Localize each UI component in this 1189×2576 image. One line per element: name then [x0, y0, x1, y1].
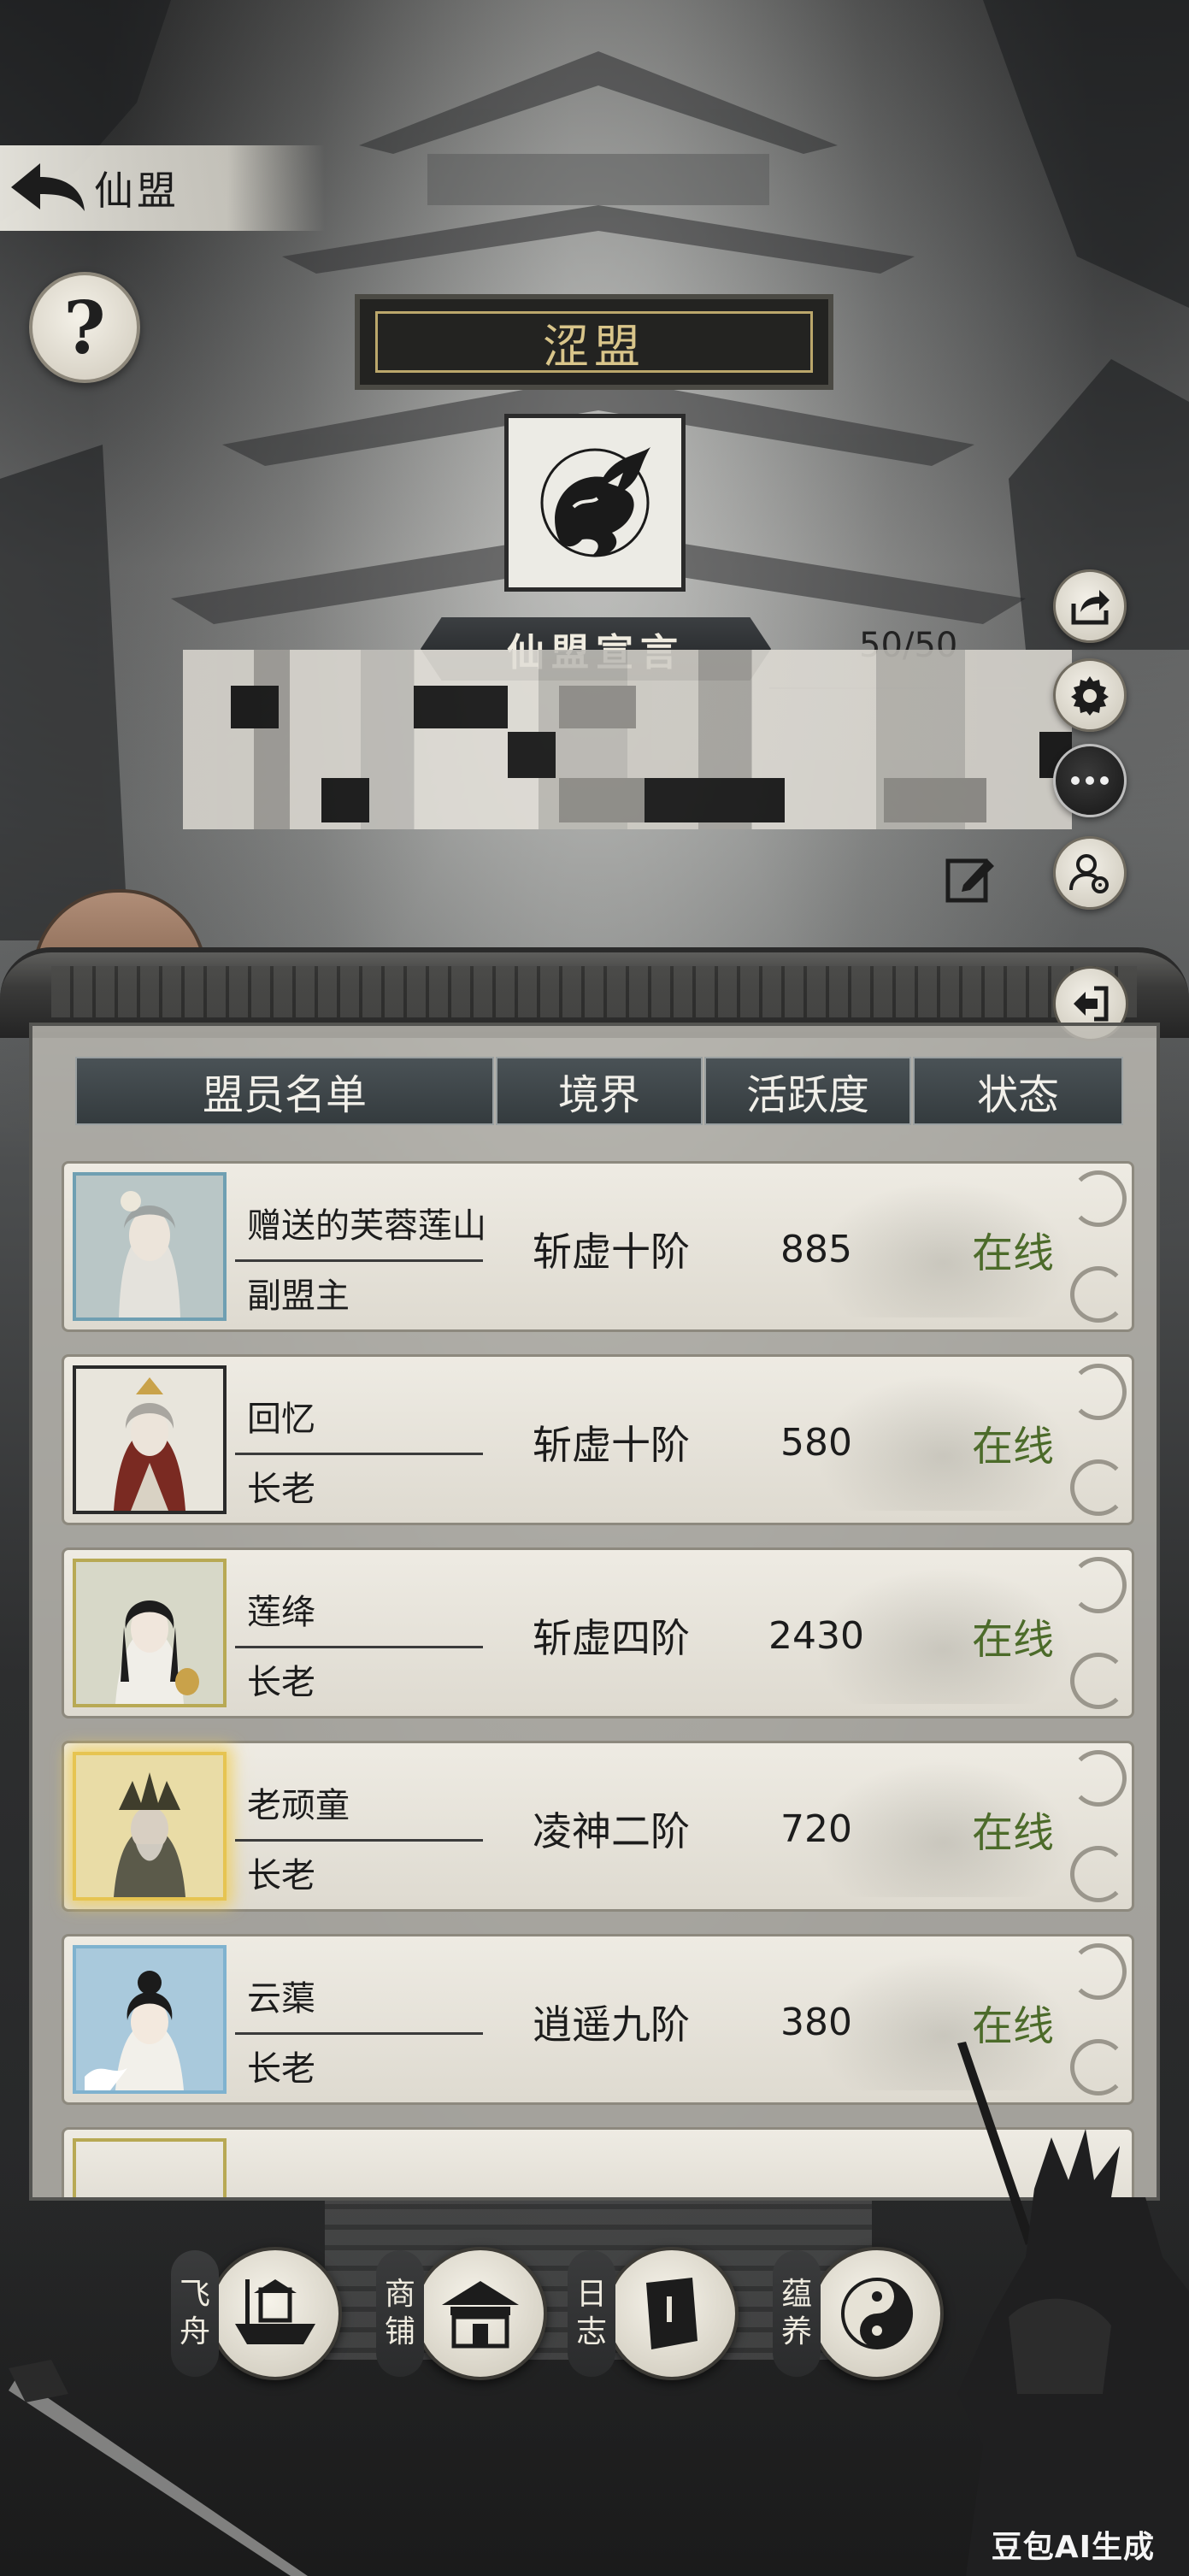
nav-nurture-label: 蕴养 — [773, 2250, 821, 2377]
more-button[interactable] — [1053, 744, 1127, 817]
member-row[interactable]: 回忆 长老 斩虚十阶 580 在线 — [62, 1354, 1134, 1525]
name-underline — [235, 1839, 483, 1842]
taiji-icon — [841, 2278, 913, 2349]
nav-airship[interactable]: 飞舟 — [171, 2240, 393, 2385]
member-avatar[interactable] — [73, 1945, 227, 2094]
help-button[interactable]: ? — [29, 272, 140, 383]
member-role: 长老 — [247, 2049, 315, 2089]
member-list-panel: 盟员名单 境界 活跃度 状态 赠送的芙蓉莲山 副盟主 斩虚十阶 885 在线 回… — [29, 1023, 1160, 2201]
alliance-name: 涩盟 — [543, 319, 645, 374]
member-name: 赠送的芙蓉莲山 — [247, 1206, 486, 1246]
nav-shop[interactable]: 商铺 — [376, 2240, 598, 2385]
member-realm: 斩虚十阶 — [533, 1422, 690, 1468]
avatar-portrait — [76, 1369, 223, 1511]
header-member-list[interactable]: 盟员名单 — [75, 1057, 494, 1125]
edit-declaration-button[interactable] — [940, 848, 1000, 908]
more-dots-icon — [1071, 776, 1109, 785]
member-role: 副盟主 — [247, 1276, 350, 1316]
nav-log-label: 日志 — [568, 2250, 615, 2377]
member-role: 长老 — [247, 1470, 315, 1509]
name-underline — [235, 2032, 483, 2035]
member-role: 长老 — [247, 1663, 315, 1702]
member-status: 在线 — [971, 1809, 1054, 1857]
boat-icon — [235, 2279, 315, 2344]
member-activity: 885 — [780, 1227, 852, 1271]
nav-airship-circle[interactable] — [209, 2247, 342, 2380]
name-underline — [235, 1453, 483, 1455]
member-row[interactable]: 赠送的芙蓉莲山 副盟主 斩虚十阶 885 在线 — [62, 1161, 1134, 1332]
member-avatar[interactable] — [73, 2138, 227, 2197]
page-title: 仙盟 — [94, 168, 180, 214]
ai-watermark: 豆包AI生成 — [991, 2530, 1155, 2565]
member-status: 在线 — [971, 1616, 1054, 1664]
member-avatar[interactable] — [73, 1365, 227, 1514]
settings-button[interactable] — [1053, 658, 1127, 732]
header-realm[interactable]: 境界 — [496, 1057, 703, 1125]
member-status: 在线 — [971, 1229, 1054, 1277]
alliance-name-plate: 涩盟 — [355, 294, 833, 390]
member-row[interactable]: 莲绛 长老 斩虚四阶 2430 在线 — [62, 1547, 1134, 1718]
member-manage-button[interactable] — [1053, 836, 1127, 910]
nav-log-circle[interactable] — [605, 2247, 739, 2380]
member-realm: 凌神二阶 — [533, 1808, 690, 1854]
header-status[interactable]: 状态 — [913, 1057, 1123, 1125]
nav-shop-circle[interactable] — [414, 2247, 547, 2380]
edit-icon — [945, 858, 994, 903]
member-name: 老顽童 — [247, 1786, 350, 1825]
member-activity: 2430 — [768, 1613, 864, 1658]
member-name: 莲绛 — [247, 1593, 315, 1632]
top-bar: 仙盟 — [0, 145, 325, 231]
back-arrow-icon — [11, 163, 85, 211]
member-avatar[interactable] — [73, 1559, 227, 1707]
declaration-text-pixelated — [183, 650, 1072, 829]
member-activity: 380 — [780, 2000, 852, 2044]
name-underline — [235, 1259, 483, 1262]
member-row[interactable]: 老顽童 长老 凌神二阶 720 在线 — [62, 1741, 1134, 1912]
member-status: 在线 — [971, 1423, 1054, 1471]
nav-airship-label: 飞舟 — [171, 2250, 219, 2377]
member-role: 长老 — [247, 1856, 315, 1895]
nav-shop-label: 商铺 — [376, 2250, 424, 2377]
header-activity[interactable]: 活跃度 — [704, 1057, 911, 1125]
avatar-portrait — [76, 1755, 223, 1897]
nav-nurture[interactable]: 蕴养 — [773, 2240, 995, 2385]
member-activity: 720 — [780, 1807, 852, 1851]
question-mark-icon: ? — [63, 285, 106, 370]
exit-arrow-icon — [1074, 986, 1109, 1022]
member-realm: 斩虚十阶 — [533, 1229, 690, 1275]
member-activity: 580 — [780, 1420, 852, 1465]
share-button[interactable] — [1053, 569, 1127, 643]
member-name: 云蕖 — [247, 1979, 315, 2019]
avatar-portrait — [76, 1176, 223, 1317]
avatar-portrait — [76, 1948, 223, 2090]
dragon-emblem-icon — [540, 447, 650, 557]
user-settings-icon — [1069, 854, 1109, 893]
name-underline — [235, 1646, 483, 1648]
avatar-portrait — [76, 1562, 223, 1704]
alliance-emblem[interactable] — [504, 414, 686, 592]
book-icon — [646, 2278, 698, 2349]
member-realm: 逍遥九阶 — [533, 2001, 690, 2048]
nav-nurture-circle[interactable] — [810, 2247, 944, 2380]
member-avatar[interactable] — [73, 1172, 227, 1321]
member-avatar[interactable] — [73, 1752, 227, 1901]
share-icon — [1071, 590, 1110, 625]
roof-tiles — [51, 966, 1137, 1017]
member-realm: 斩虚四阶 — [533, 1615, 690, 1661]
gear-icon — [1071, 676, 1109, 716]
shop-icon — [442, 2281, 519, 2349]
nav-log[interactable]: 日志 — [568, 2240, 790, 2385]
member-table-header: 盟员名单 境界 活跃度 状态 — [75, 1057, 1125, 1129]
back-button[interactable] — [0, 145, 94, 231]
member-name: 回忆 — [247, 1400, 315, 1439]
